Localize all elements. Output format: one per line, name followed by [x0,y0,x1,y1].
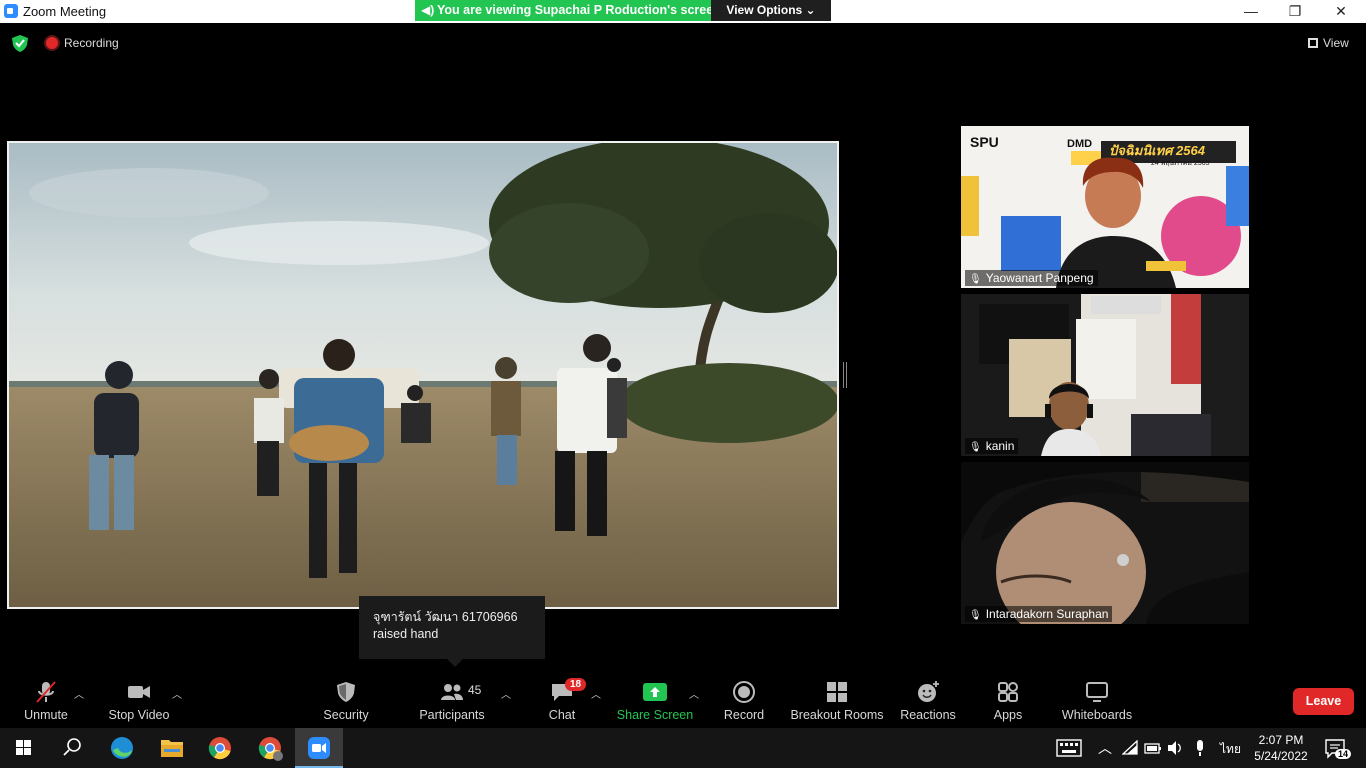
smiley-plus-icon [918,681,939,702]
clock-date: 5/24/2022 [1254,749,1308,763]
recording-indicator-icon [46,37,58,49]
breakout-rooms-button[interactable]: Breakout Rooms [790,672,884,728]
participants-count: 45 [468,683,482,697]
dmd-logo: DMD [1067,138,1093,150]
apps-button[interactable]: Apps [986,672,1030,728]
participant-video [961,462,1249,624]
participant-name: 🎙 Intaradakorn Suraphan [965,606,1113,622]
leave-button[interactable]: Leave [1293,688,1354,715]
keyboard-icon[interactable] [1056,739,1082,757]
whiteboard-icon [1086,682,1108,702]
reactions-button[interactable]: Reactions [898,672,958,728]
muted-mic-icon: 🎙 [969,610,982,621]
microphone-icon[interactable] [1194,739,1206,757]
zoom-icon [308,737,330,759]
clock-time: 2:07 PM [1258,733,1304,747]
restore-button[interactable]: ❐ [1272,0,1318,23]
windows-taskbar: ︿ ไทย 2:07 PM 5/24/2022 14 [0,728,1366,768]
share-banner-text: You are viewing Supachai P Roduction's s… [437,3,721,17]
search-button[interactable] [48,728,96,768]
participant-tile[interactable]: 🎙 kanin [961,294,1249,456]
panel-resize-handle[interactable] [843,362,847,388]
edge-browser-icon [111,737,133,759]
chrome-icon [208,737,231,760]
chat-unread-badge: 18 [565,678,587,691]
folder-icon [161,740,183,757]
view-button[interactable]: View [1308,36,1349,50]
participants-icon [441,684,463,700]
file-explorer-taskbar-button[interactable] [148,728,196,768]
stop-video-button[interactable]: Stop Video [104,672,174,728]
participants-button[interactable]: Participants [416,672,488,728]
show-hidden-icons-chevron-icon[interactable]: ︿ [1098,738,1112,758]
security-shield-icon[interactable] [12,35,28,52]
screen-share-banner: ◀) You are viewing Supachai P Roduction'… [415,0,721,21]
video-camera-icon [128,686,150,698]
edge-taskbar-button[interactable] [98,728,146,768]
recording-label[interactable]: Recording [64,36,119,50]
raised-hand-notification: จุฑารัตน์ วัฒนา 61706966 raised hand [359,596,545,667]
participant-tile[interactable]: SPU DMD ปัจฉิมนิเทศ 2564 24 พฤษภาคม 2565… [961,126,1249,288]
search-icon [63,738,81,756]
view-options-button[interactable]: View Options ⌄ [711,0,831,21]
windows-logo-icon [16,740,31,755]
volume-icon[interactable] [1166,740,1184,756]
battery-icon[interactable] [1144,740,1162,756]
participant-tile[interactable]: 🎙 Intaradakorn Suraphan [961,462,1249,624]
video-options-caret[interactable]: ︿ [172,686,182,701]
share-screen-button[interactable]: Share Screen [616,672,694,728]
meeting-toolbar: Unmute ︿ Stop Video ︿ Security Participa… [0,672,1366,728]
zoom-app-icon [4,4,18,18]
window-title: Zoom Meeting [23,4,107,19]
audio-options-caret[interactable]: ︿ [74,686,84,701]
grid-icon [1308,38,1318,48]
breakout-rooms-icon [827,682,847,702]
muted-mic-icon: 🎙 [969,274,982,285]
share-options-caret[interactable]: ︿ [689,686,699,701]
participant-video [961,126,1249,288]
shield-icon [337,682,355,702]
notification-count-badge: 14 [1335,749,1352,759]
record-button[interactable]: Record [720,672,768,728]
whiteboards-button[interactable]: Whiteboards [1060,672,1134,728]
zoom-taskbar-button[interactable] [295,728,343,768]
security-button[interactable]: Security [318,672,374,728]
muted-microphone-icon [36,681,56,703]
share-screen-icon [643,683,667,701]
system-clock[interactable]: 2:07 PM 5/24/2022 [1250,732,1312,764]
event-date: 24 พฤษภาคม 2565 [1151,160,1210,167]
chat-options-caret[interactable]: ︿ [591,686,601,701]
participant-video [961,294,1249,456]
chrome-taskbar-button[interactable] [196,728,244,768]
participant-name: 🎙 Yaowanart Panpeng [965,270,1098,286]
apps-icon [998,682,1018,702]
speaker-icon: ◀) [421,3,435,17]
raised-hand-label: raised hand [373,627,439,641]
shared-screen-content [9,143,837,607]
shared-screen-video[interactable] [7,141,839,609]
close-button[interactable]: ✕ [1318,0,1364,23]
start-button[interactable] [0,728,48,768]
participant-name: 🎙 kanin [965,438,1019,454]
chrome-profile-icon [258,737,283,761]
view-label: View [1323,36,1349,50]
raised-hand-participant: จุฑารัตน์ วัฒนา 61706966 [373,610,518,624]
muted-mic-icon: 🎙 [969,442,982,453]
unmute-button[interactable]: Unmute [16,672,76,728]
chrome-profile-taskbar-button[interactable] [246,728,294,768]
wifi-icon[interactable] [1122,740,1138,756]
spu-logo: SPU [970,134,999,150]
input-language[interactable]: ไทย [1220,740,1241,759]
minimize-button[interactable]: — [1228,0,1274,23]
participants-options-caret[interactable]: ︿ [501,686,511,701]
record-icon [733,681,755,703]
